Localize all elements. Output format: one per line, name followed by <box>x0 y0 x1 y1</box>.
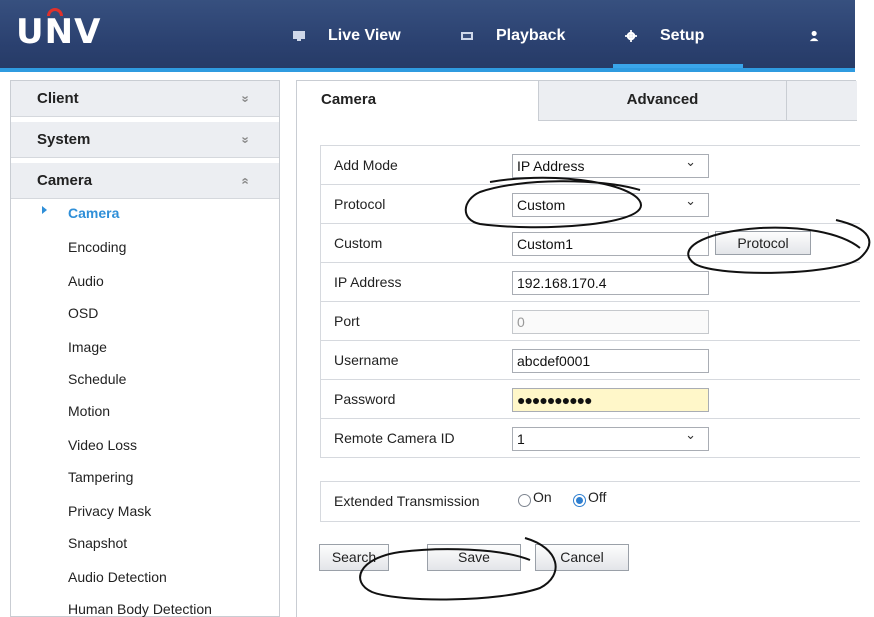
sidebar-item-osd[interactable]: OSD <box>68 305 98 321</box>
user-menu[interactable] <box>808 0 844 72</box>
nav-setup-label: Setup <box>660 27 705 44</box>
top-navigation-bar <box>0 0 855 72</box>
extended-off-label: Off <box>588 489 607 505</box>
protocol-button[interactable]: Protocol <box>715 231 811 255</box>
sidebar-item-audio-detection[interactable]: Audio Detection <box>68 569 167 585</box>
nav-live-view[interactable]: Live View <box>292 0 401 72</box>
sidebar-item-schedule[interactable]: Schedule <box>68 371 126 387</box>
form-row-password: Password ●●●●●●●●●● <box>320 380 860 419</box>
sidebar-item-audio[interactable]: Audio <box>68 273 104 289</box>
form-row-add-mode: Add Mode IP Address <box>320 146 860 185</box>
nav-setup[interactable]: Setup <box>624 0 704 72</box>
user-icon <box>809 30 819 42</box>
add-mode-label: Add Mode <box>334 157 398 173</box>
form-row-protocol: Protocol Custom <box>320 185 860 224</box>
sidebar-group-system[interactable]: System » <box>11 122 279 158</box>
setup-sidebar: Client » System » Camera « Camera Encodi… <box>10 80 280 617</box>
film-icon <box>461 32 473 40</box>
sidebar-item-video-loss[interactable]: Video Loss <box>68 437 137 453</box>
sidebar-group-system-label: System <box>37 131 91 148</box>
sidebar-group-camera-label: Camera <box>37 172 93 189</box>
ip-address-label: IP Address <box>334 274 402 290</box>
chevron-down-icon: » <box>238 136 254 144</box>
save-button[interactable]: Save <box>427 544 521 571</box>
custom-protocol-input[interactable]: Custom1 <box>512 232 709 256</box>
gear-icon <box>625 30 637 42</box>
form-row-custom: Custom Custom1 Protocol <box>320 224 860 263</box>
cancel-button[interactable]: Cancel <box>535 544 629 571</box>
protocol-select[interactable]: Custom <box>512 190 709 217</box>
tab-advanced[interactable]: Advanced <box>539 81 787 121</box>
sidebar-group-camera[interactable]: Camera « <box>11 163 279 199</box>
form-row-port: Port 0 <box>320 302 860 341</box>
active-nav-indicator <box>613 64 743 68</box>
extended-transmission-label: Extended Transmission <box>334 493 480 509</box>
monitor-icon <box>293 31 305 41</box>
search-button[interactable]: Search <box>319 544 389 571</box>
tab-strip-filler <box>787 81 857 121</box>
chevron-down-icon: » <box>238 95 254 103</box>
tab-camera[interactable]: Camera <box>297 81 539 121</box>
sidebar-group-client[interactable]: Client » <box>11 81 279 117</box>
sidebar-item-tampering[interactable]: Tampering <box>68 469 133 485</box>
remote-camera-id-select[interactable]: 1 <box>512 424 709 451</box>
password-input[interactable]: ●●●●●●●●●● <box>512 388 709 412</box>
extended-on-label: On <box>533 489 552 505</box>
camera-settings-panel: Camera Advanced Add Mode IP Address Prot… <box>296 80 860 617</box>
port-label: Port <box>334 313 360 329</box>
form-row-extended-transmission: Extended Transmission On Off <box>320 482 860 522</box>
sidebar-item-privacy-mask[interactable]: Privacy Mask <box>68 503 151 519</box>
extended-transmission-form: Extended Transmission On Off <box>320 481 860 522</box>
extended-on-radio[interactable] <box>518 494 531 507</box>
extended-off-radio[interactable] <box>573 494 586 507</box>
username-input[interactable]: abcdef0001 <box>512 349 709 373</box>
port-input[interactable]: 0 <box>512 310 709 334</box>
active-item-arrow-icon <box>42 206 47 214</box>
camera-form: Add Mode IP Address Protocol Custom Cust… <box>320 145 860 458</box>
username-label: Username <box>334 352 399 368</box>
sidebar-item-camera[interactable]: Camera <box>68 205 119 221</box>
nav-live-view-label: Live View <box>328 27 401 44</box>
form-row-ip-address: IP Address 192.168.170.4 <box>320 263 860 302</box>
sidebar-item-image[interactable]: Image <box>68 339 107 355</box>
remote-camera-id-label: Remote Camera ID <box>334 430 455 446</box>
top-bar-accent-line <box>0 68 855 72</box>
form-row-username: Username abcdef0001 <box>320 341 860 380</box>
chevron-up-icon: « <box>238 177 254 185</box>
form-row-remote-camera-id: Remote Camera ID 1 <box>320 419 860 458</box>
custom-label: Custom <box>334 235 383 251</box>
nav-playback[interactable]: Playback <box>460 0 565 72</box>
add-mode-select[interactable]: IP Address <box>512 151 709 178</box>
protocol-label: Protocol <box>334 196 386 212</box>
sidebar-item-motion[interactable]: Motion <box>68 403 110 419</box>
setup-page: UNV Live View Playback Setup Client » Sy… <box>0 0 874 617</box>
nav-playback-label: Playback <box>496 27 566 44</box>
password-label: Password <box>334 391 396 407</box>
sidebar-item-encoding[interactable]: Encoding <box>68 239 126 255</box>
ip-address-input[interactable]: 192.168.170.4 <box>512 271 709 295</box>
sidebar-group-client-label: Client <box>37 90 79 107</box>
sidebar-item-snapshot[interactable]: Snapshot <box>68 535 127 551</box>
unv-logo: UNV <box>16 12 102 52</box>
sidebar-item-human-body-detection[interactable]: Human Body Detection <box>68 601 212 617</box>
